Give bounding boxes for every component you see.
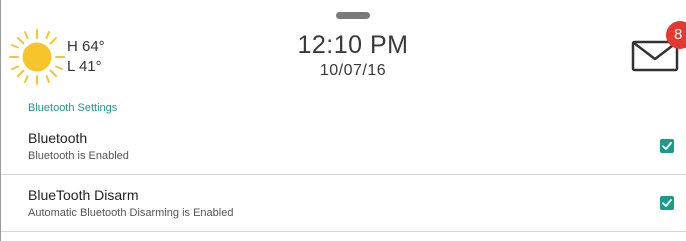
- high-temp: H 64°: [67, 38, 105, 55]
- weather-temps: H 64° L 41°: [67, 37, 105, 77]
- sun-icon: [9, 29, 65, 85]
- clock-time: 12:10 PM: [297, 31, 409, 59]
- setting-row-bluetooth-disarm[interactable]: BlueTooth Disarm Automatic Bluetooth Dis…: [1, 175, 686, 232]
- clock-date: 10/07/16: [319, 62, 387, 79]
- setting-row-bluetooth[interactable]: Bluetooth Bluetooth is Enabled: [1, 118, 686, 175]
- settings-screen: H 64° L 41° 12:10 PM 10/07/16 8 Bluetoot…: [0, 0, 686, 241]
- low-temp: L 41°: [67, 58, 102, 75]
- setting-title: Bluetooth: [28, 130, 88, 146]
- checkmark-icon: [662, 142, 672, 150]
- setting-subtitle: Automatic Bluetooth Disarming is Enabled: [28, 207, 234, 219]
- message-count-badge[interactable]: 8: [666, 21, 686, 49]
- setting-subtitle: Bluetooth is Enabled: [28, 150, 129, 162]
- pull-down-handle[interactable]: [336, 12, 370, 19]
- section-title: Bluetooth Settings: [28, 102, 118, 114]
- checkmark-icon: [662, 199, 672, 207]
- bluetooth-checkbox[interactable]: [660, 139, 674, 153]
- setting-title: BlueTooth Disarm: [28, 187, 139, 203]
- bluetooth-disarm-checkbox[interactable]: [660, 196, 674, 210]
